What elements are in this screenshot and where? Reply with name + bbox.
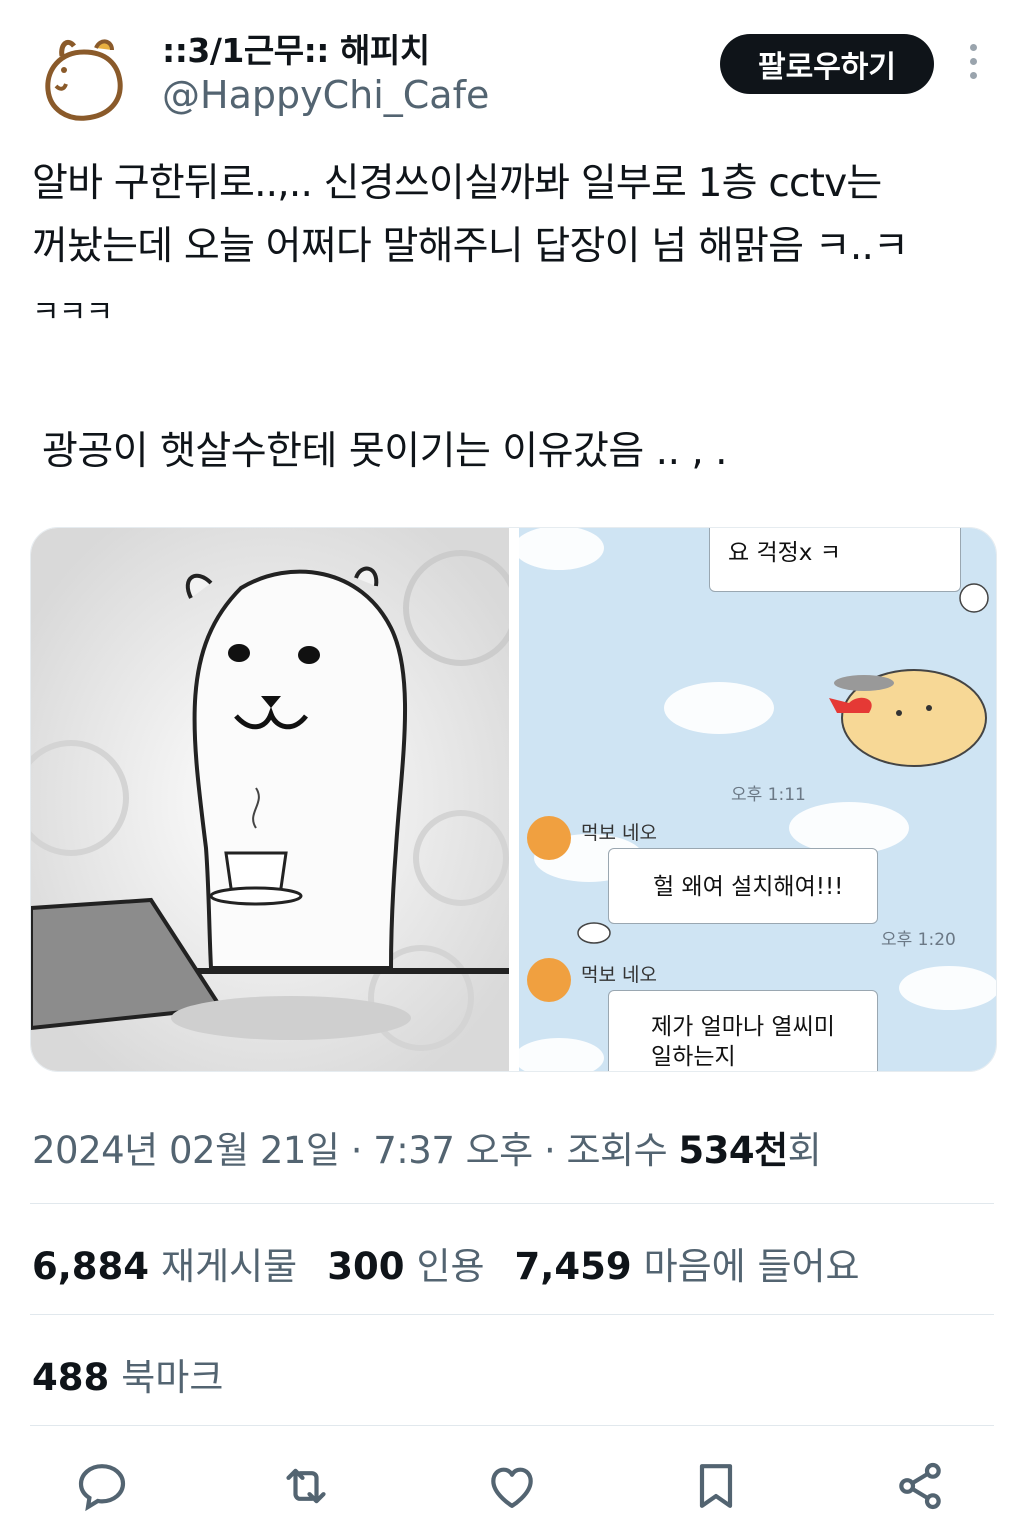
views-suffix: 회 — [787, 1129, 822, 1172]
display-name[interactable]: ::3/1근무:: 해피치 — [162, 24, 430, 72]
more-options-icon[interactable] — [960, 44, 986, 84]
bookmarks-count: 488 — [32, 1356, 110, 1399]
chat-bubble: 요 걱정x ㅋ — [709, 528, 961, 592]
media-grid: 요 걱정x ㅋ 오후 1:11 먹보 네오 헐 왜여 설치해여!!! 오후 1:… — [30, 527, 997, 1072]
bookmarks-label: 북마크 — [121, 1356, 224, 1399]
tweet-line: 알바 구한뒤로..,.. 신경쓰이실까봐 일부로 1층 cctv는 — [32, 161, 882, 206]
like-icon[interactable] — [484, 1458, 540, 1514]
likes-stat[interactable]: 7,459 마음에 들어요 — [515, 1236, 860, 1290]
retweets-stat[interactable]: 6,884 재게시물 — [32, 1236, 297, 1290]
chat-timestamp: 오후 1:11 — [731, 785, 806, 805]
separator: · — [532, 1129, 567, 1172]
chat-bubble: 헐 왜여 설치해여!!! — [608, 848, 878, 924]
chat-message: 일하는지 — [651, 1044, 736, 1070]
chat-avatar — [527, 958, 571, 1002]
tweet-meta: 2024년 02월 21일 · 7:37 오후 · 조회수 534천회 — [32, 1120, 822, 1174]
bear-drawing-image[interactable] — [31, 528, 519, 1071]
chat-bubble: 제가 얼마나 열씨미 일하는지 — [608, 990, 878, 1071]
bookmark-icon[interactable] — [688, 1458, 744, 1514]
user-handle[interactable]: @HappyChi_Cafe — [162, 73, 489, 117]
tweet-time: 7:37 오후 — [373, 1129, 533, 1172]
chat-sender-name: 먹보 네오 — [581, 964, 657, 986]
quotes-count: 300 — [327, 1245, 405, 1288]
chat-message: 요 걱정x ㅋ — [728, 540, 841, 566]
follow-button[interactable]: 팔로우하기 — [720, 34, 934, 94]
avatar[interactable] — [38, 30, 130, 122]
divider — [30, 1425, 994, 1426]
retweets-count: 6,884 — [32, 1245, 150, 1288]
reply-icon[interactable] — [74, 1458, 130, 1514]
views-label: 조회수 — [566, 1129, 679, 1172]
separator: · — [339, 1129, 374, 1172]
quotes-stat[interactable]: 300 인용 — [327, 1236, 484, 1290]
views-count: 534천 — [678, 1129, 788, 1172]
tweet-date: 2024년 02월 21일 — [32, 1129, 340, 1172]
tweet-line: 광공이 햇살수한테 못이기는 이유갔음 .. , . — [42, 429, 728, 474]
engagement-stats: 6,884 재게시물 300 인용 7,459 마음에 들어요 — [32, 1236, 860, 1290]
retweets-label: 재게시물 — [161, 1245, 298, 1288]
likes-count: 7,459 — [514, 1245, 632, 1288]
tweet-line: ㅋㅋㅋ — [32, 295, 113, 330]
chat-sender-name: 먹보 네오 — [581, 822, 657, 844]
chat-avatar — [527, 816, 571, 860]
chat-message: 헐 왜여 설치해여!!! — [653, 874, 844, 900]
tweet-text: 알바 구한뒤로..,.. 신경쓰이실까봐 일부로 1층 cctv는 꺼놨는데 오… — [32, 152, 1002, 344]
bookmarks-stat[interactable]: 488 북마크 — [32, 1347, 223, 1401]
quotes-label: 인용 — [416, 1245, 485, 1288]
share-icon[interactable] — [892, 1458, 948, 1514]
likes-label: 마음에 들어요 — [643, 1245, 860, 1288]
divider — [30, 1203, 994, 1204]
chat-message: 제가 얼마나 열씨미 — [651, 1014, 835, 1040]
divider — [30, 1314, 994, 1315]
chat-timestamp: 오후 1:20 — [881, 930, 956, 950]
retweet-icon[interactable] — [278, 1458, 334, 1514]
tweet-line: 꺼놨는데 오늘 어쩌다 말해주니 답장이 넘 해맑음 ㅋ..ㅋ — [32, 224, 909, 269]
chat-screenshot-image[interactable]: 요 걱정x ㅋ 오후 1:11 먹보 네오 헐 왜여 설치해여!!! 오후 1:… — [519, 528, 996, 1071]
